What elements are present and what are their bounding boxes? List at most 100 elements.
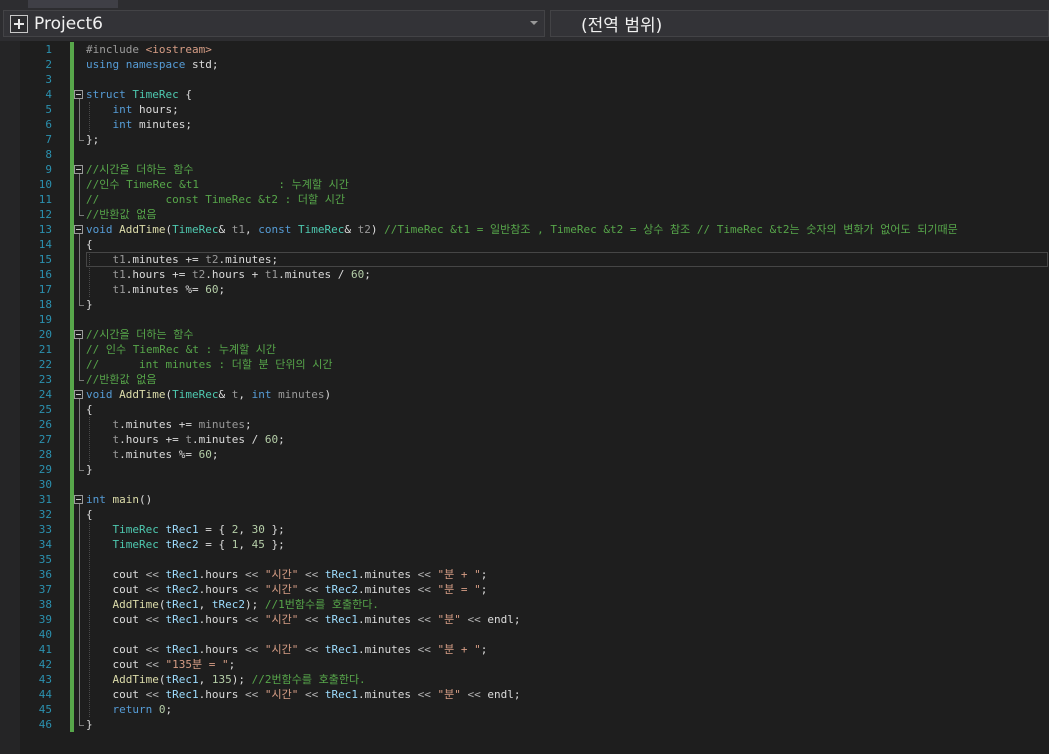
code-token: int	[112, 103, 133, 116]
collapse-icon[interactable]	[74, 495, 83, 504]
code-text: int hours;	[86, 102, 179, 117]
code-token: minutes	[364, 613, 411, 626]
scope-dropdown[interactable]: (전역 범위)	[550, 10, 1049, 37]
collapse-icon[interactable]	[74, 90, 83, 99]
code-line[interactable]: 10 //인수 TimeRec &t1 : 누계할 시간	[0, 177, 1049, 192]
code-token: <<	[145, 583, 159, 596]
code-token: "135분 = "	[165, 658, 229, 671]
code-line[interactable]: 23 //반환값 없음	[0, 372, 1049, 387]
code-line[interactable]: 8	[0, 147, 1049, 162]
code-token: ;	[480, 583, 488, 596]
code-line[interactable]: 24 void AddTime(TimeRec& t, int minutes)	[0, 387, 1049, 402]
code-line[interactable]: 45 return 0;	[0, 702, 1049, 717]
code-line[interactable]: 21 // 인수 TiemRec &t : 누계할 시간	[0, 342, 1049, 357]
project-dropdown[interactable]: Project6	[3, 10, 545, 37]
code-line[interactable]: 22 // int minutes : 더할 분 단위의 시간	[0, 357, 1049, 372]
change-indicator	[70, 297, 74, 312]
collapse-icon[interactable]	[74, 390, 83, 399]
code-line[interactable]: 4 struct TimeRec {	[0, 87, 1049, 102]
code-line[interactable]: 41 cout << tRec1.hours << "시간" << tRec1.…	[0, 642, 1049, 657]
code-token: minutes	[364, 688, 411, 701]
code-line[interactable]: 42 cout << "135분 = ";	[0, 657, 1049, 672]
collapse-icon[interactable]	[74, 225, 83, 234]
current-line-highlight	[86, 252, 1048, 267]
code-line[interactable]: 14 {	[0, 237, 1049, 252]
code-line[interactable]: 5 int hours;	[0, 102, 1049, 117]
code-line[interactable]: 33 TimeRec tRec1 = { 2, 30 };	[0, 522, 1049, 537]
code-line[interactable]: 26 t.minutes += minutes;	[0, 417, 1049, 432]
code-line[interactable]: 7};	[0, 132, 1049, 147]
code-token: <<	[417, 688, 431, 701]
code-line[interactable]: 11 // const TimeRec &t2 : 더할 시간	[0, 192, 1049, 207]
code-editor[interactable]: 1 #include <iostream> 2 using namespace std…	[0, 41, 1049, 754]
code-line[interactable]: 31 int main()	[0, 492, 1049, 507]
code-token: "시간"	[264, 613, 299, 626]
code-line[interactable]: 37 cout << tRec2.hours << "시간" << tRec2.…	[0, 582, 1049, 597]
code-line[interactable]: 40	[0, 627, 1049, 642]
code-line[interactable]: 32 {	[0, 507, 1049, 522]
code-line[interactable]: 29}	[0, 462, 1049, 477]
code-line[interactable]: 9 //시간을 더하는 함수	[0, 162, 1049, 177]
code-line[interactable]: 6 int minutes;	[0, 117, 1049, 132]
code-line[interactable]: 1 #include <iostream>	[0, 42, 1049, 57]
code-line[interactable]: 25 {	[0, 402, 1049, 417]
code-line[interactable]: 16 t1.hours += t2.hours + t1.minutes / 6…	[0, 267, 1049, 282]
code-line[interactable]: 34 TimeRec tRec2 = { 1, 45 };	[0, 537, 1049, 552]
code-text: //반환값 없음	[86, 372, 156, 387]
code-token: cout	[86, 643, 146, 656]
code-line[interactable]: 28 t.minutes %= 60;	[0, 447, 1049, 462]
change-indicator	[70, 177, 74, 192]
code-line[interactable]: 43 AddTime(tRec1, 135); //2번함수를 호출한다.	[0, 672, 1049, 687]
code-line[interactable]: 12 //반환값 없음	[0, 207, 1049, 222]
code-token: return	[112, 703, 153, 716]
line-number: 28	[38, 448, 52, 461]
code-token: //반환값 없음	[86, 373, 157, 386]
line-number: 16	[38, 268, 52, 281]
code-token: tRec1	[165, 688, 199, 701]
change-indicator	[70, 72, 74, 87]
code-token: ;	[218, 283, 226, 296]
code-text: }	[86, 297, 93, 312]
collapse-icon[interactable]	[74, 330, 83, 339]
line-number: 34	[38, 538, 52, 551]
code-token: "분 + "	[437, 643, 481, 656]
change-indicator	[70, 552, 74, 567]
code-token: <iostream>	[145, 43, 212, 56]
code-token: );	[244, 598, 265, 611]
code-line[interactable]: 17 t1.minutes %= 60;	[0, 282, 1049, 297]
code-line[interactable]: 46}	[0, 717, 1049, 732]
code-line[interactable]: 30	[0, 477, 1049, 492]
code-token: tRec2	[324, 583, 358, 596]
document-tab[interactable]	[28, 0, 118, 8]
code-line[interactable]: 18}	[0, 297, 1049, 312]
code-line[interactable]: 13 void AddTime(TimeRec& t1, const TimeRe…	[0, 222, 1049, 237]
code-token: <<	[145, 658, 159, 671]
code-token: <<	[244, 583, 259, 596]
code-line[interactable]: 20 //시간을 더하는 함수	[0, 327, 1049, 342]
code-line[interactable]: 27 t.hours += t.minutes / 60;	[0, 432, 1049, 447]
code-token: TimeRec	[112, 538, 159, 551]
code-line[interactable]: 2 using namespace std;	[0, 57, 1049, 72]
chevron-down-icon[interactable]	[530, 21, 538, 25]
collapse-icon[interactable]	[74, 165, 83, 174]
code-token: int	[112, 118, 133, 131]
code-token: )	[370, 223, 385, 236]
code-token: "분"	[437, 688, 461, 701]
code-line[interactable]: 35	[0, 552, 1049, 567]
code-token: minutes	[364, 583, 411, 596]
code-token: tRec1	[324, 613, 358, 626]
code-line[interactable]: 39 cout << tRec1.hours << "시간" << tRec1.…	[0, 612, 1049, 627]
code-line[interactable]: 38 AddTime(tRec1, tRec2); //1번함수를 호출한다.	[0, 597, 1049, 612]
code-line[interactable]: 44 cout << tRec1.hours << "시간" << tRec1.…	[0, 687, 1049, 702]
code-text: {	[86, 402, 93, 417]
code-token: namespace	[125, 58, 186, 71]
code-line[interactable]: 3	[0, 72, 1049, 87]
code-token: TimeRec	[132, 88, 179, 101]
code-token: ()	[139, 493, 153, 506]
code-line[interactable]: 19	[0, 312, 1049, 327]
code-line[interactable]: 36 cout << tRec1.hours << "시간" << tRec1.…	[0, 567, 1049, 582]
code-text: // 인수 TiemRec &t : 누계할 시간	[86, 342, 276, 357]
